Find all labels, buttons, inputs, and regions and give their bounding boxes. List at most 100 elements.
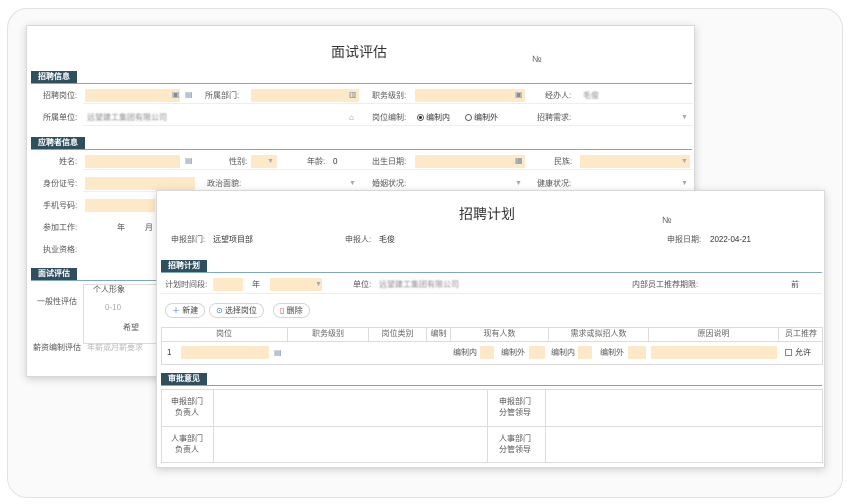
col-grade: 职务级别 [288, 327, 369, 341]
list-icon[interactable]: ▤ [185, 89, 193, 101]
radio-unchecked-icon [465, 114, 472, 122]
recruitment-plan-window: 招聘计划 № 申报部门: 远望项目部 申报人: 毛俊 申报日期: 2022-04… [156, 190, 825, 468]
plan-unit-value: 远望建工集团有限公司 [379, 280, 459, 289]
allow-checkbox[interactable]: 允许 [785, 347, 811, 359]
birth-field[interactable] [415, 155, 525, 168]
name-field[interactable] [85, 155, 180, 168]
salary-input[interactable]: 年薪或月薪要求 [87, 342, 143, 354]
ethnic-label: 民族: [554, 157, 573, 166]
section-recruit-info: 招聘信息 [31, 71, 77, 83]
select-icon[interactable]: ▣ [515, 89, 523, 101]
bank-icon[interactable]: ⌂ [349, 112, 354, 124]
marital-label: 婚姻状况: [372, 179, 407, 188]
allow-label: 允许 [795, 348, 811, 357]
required-in-field[interactable] [578, 346, 592, 359]
current-out-label: 编制外 [501, 348, 525, 357]
row-divider [83, 169, 693, 170]
id-field[interactable] [85, 177, 195, 190]
before-label: 前 [791, 280, 799, 289]
col-staff: 编制 [427, 327, 451, 341]
select-icon[interactable]: ▣ [172, 89, 180, 101]
period-year-label: 年 [252, 280, 260, 289]
need-label: 招聘需求: [537, 113, 572, 122]
work-month-label: 月 [145, 223, 153, 232]
new-button[interactable]: ＋ 新建 [165, 303, 206, 318]
hope-label: 希望 [123, 323, 139, 332]
id-label: 身份证号: [43, 179, 78, 188]
row-position-field[interactable] [181, 346, 269, 359]
grade-field[interactable] [415, 89, 525, 102]
approval-col-divider [213, 389, 214, 463]
row-divider [83, 103, 693, 104]
chevron-down-icon[interactable]: ▼ [681, 178, 688, 190]
age-label: 年龄: [307, 157, 326, 166]
section-divider [31, 83, 692, 84]
row-divider [161, 293, 822, 294]
plan-dept-label: 申报部门: [171, 235, 206, 244]
col-current: 现有人数 [451, 327, 549, 341]
list-icon[interactable]: ▤ [185, 155, 193, 167]
health-label: 健康状况: [537, 179, 572, 188]
select-position-button[interactable]: ⊙ 选择岗位 [209, 303, 264, 318]
staff-label: 岗位编制: [372, 113, 407, 122]
ethnic-field[interactable] [580, 155, 690, 168]
current-out-field[interactable] [529, 346, 545, 359]
required-out-label: 编制外 [600, 348, 624, 357]
current-in-label: 编制内 [453, 348, 477, 357]
reason-field[interactable] [651, 346, 777, 359]
list-icon[interactable]: ▤ [274, 347, 282, 359]
section-evaluation: 面试评估 [31, 268, 77, 280]
chevron-down-icon[interactable]: ▼ [349, 178, 356, 190]
approve-hr-head-label: 人事部门 负责人 [171, 434, 203, 454]
interview-title: 面试评估 [331, 44, 387, 60]
qualification-label: 执业资格: [43, 245, 78, 254]
general-eval-label: 一般性评估 [37, 297, 77, 306]
org-icon[interactable]: ▥ [349, 89, 357, 101]
plan-applicant-value: 毛俊 [379, 235, 395, 244]
delete-icon: ▯ [280, 306, 285, 315]
col-reason: 原因说明 [649, 327, 779, 341]
handler-label: 经办人: [545, 91, 572, 100]
chevron-down-icon[interactable]: ▼ [515, 178, 522, 190]
col-required: 需求或拟招人数 [549, 327, 649, 341]
section-approval: 审批意见 [161, 373, 207, 385]
current-in-field[interactable] [480, 346, 494, 359]
personal-image-header: 个人形象 [93, 285, 125, 294]
chevron-down-icon[interactable]: ▼ [267, 156, 274, 168]
name-label: 姓名: [59, 157, 78, 166]
calendar-icon[interactable]: ▦ [515, 155, 523, 167]
delete-button-label: 删除 [286, 306, 303, 315]
required-out-field[interactable] [628, 346, 646, 359]
unit-label: 所属单位: [43, 113, 78, 122]
section-divider [31, 149, 692, 150]
position-field[interactable] [85, 89, 180, 102]
select-position-label: 选择岗位 [224, 306, 257, 315]
staff-in-label: 编制内 [426, 113, 450, 122]
col-position: 岗位 [161, 327, 288, 341]
plan-applicant-label: 申报人: [345, 235, 372, 244]
period-label: 计划时间段: [165, 280, 208, 289]
delete-button[interactable]: ▯ 删除 [273, 303, 310, 318]
plan-date-value: 2022-04-21 [710, 235, 751, 244]
section-divider [161, 385, 822, 386]
section-plan: 招聘计划 [161, 260, 207, 272]
plan-date-label: 申报日期: [667, 235, 702, 244]
plan-title: 招聘计划 [459, 206, 515, 222]
phone-field[interactable] [85, 199, 155, 212]
dept-field[interactable] [251, 89, 359, 102]
gender-label: 性别: [229, 157, 248, 166]
score-range[interactable]: 0-10 [105, 302, 121, 314]
radio-checked-icon [417, 114, 424, 122]
period-year-field[interactable] [213, 278, 243, 291]
chevron-down-icon[interactable]: ▼ [315, 279, 322, 291]
chevron-down-icon[interactable]: ▼ [681, 112, 688, 124]
table-header-divider [161, 341, 823, 342]
col-recommend: 员工推荐 [785, 329, 817, 338]
work-year-label: 年 [117, 223, 125, 232]
chevron-down-icon[interactable]: ▼ [681, 156, 688, 168]
salary-eval-label: 薪资编制评估 [33, 343, 81, 352]
row-index: 1 [167, 348, 172, 357]
staff-in-radio[interactable]: 编制内 [417, 112, 450, 124]
staff-out-radio[interactable]: 编制外 [465, 112, 498, 124]
approve-hr-leader-label: 人事部门 分管领导 [499, 434, 531, 454]
